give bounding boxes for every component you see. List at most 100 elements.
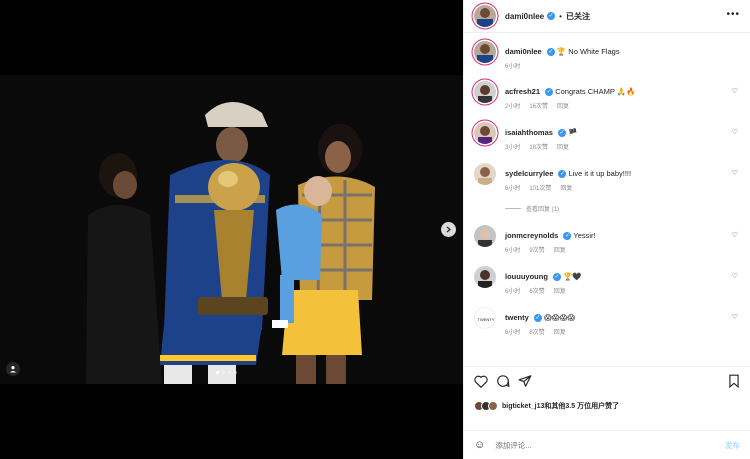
comment-likes[interactable]: 8次赞	[529, 328, 544, 339]
view-replies-button[interactable]: 查看回复 (1)	[505, 204, 740, 213]
reply-button[interactable]: 回复	[554, 287, 566, 298]
tagged-users-button[interactable]	[6, 362, 20, 376]
comment-username[interactable]: isaiahthomas	[505, 128, 553, 137]
avatar[interactable]	[474, 266, 496, 288]
carousel-indicator	[216, 371, 237, 374]
comment-username[interactable]: sydelcurrylee	[505, 169, 553, 178]
twenty-logo-icon: TWENTY	[478, 317, 495, 322]
comment-text: 🏴	[568, 128, 578, 137]
comment-text: Live it it up baby!!!!	[568, 169, 632, 178]
carousel-dot	[234, 371, 237, 374]
avatar[interactable]: TWENTY	[474, 307, 496, 329]
comment-time: 6小时	[505, 186, 521, 192]
avatar[interactable]	[474, 81, 496, 103]
next-photo-button[interactable]	[441, 222, 456, 237]
avatar-image	[478, 167, 492, 185]
avatar[interactable]	[474, 5, 496, 27]
caption-text: 🏆 No White Flags	[556, 47, 620, 56]
verified-icon: ✓	[533, 314, 542, 323]
comments-list[interactable]: dami0nlee ✓ 🏆 No White Flags 6小时 acfresh…	[464, 34, 750, 366]
comment-composer: ☺ 发布	[464, 430, 750, 459]
post-button[interactable]: 发布	[725, 440, 740, 451]
comment-username[interactable]: jonmcreynolds	[505, 231, 558, 240]
comment-time: 6小时	[505, 289, 521, 295]
verified-icon: ✓	[558, 170, 567, 179]
follow-status-button[interactable]: 已关注	[566, 11, 590, 22]
comment-text: Yessir!	[573, 231, 596, 240]
verified-icon: ✓	[547, 12, 556, 20]
comment-time: 6小时	[505, 248, 521, 254]
view-replies-label[interactable]: 查看回复 (1)	[526, 204, 559, 213]
list-item: isaiahthomas ✓ 🏴 3小时 18次赞 回复 ♡	[474, 122, 740, 154]
avatar-image	[478, 270, 492, 288]
caption-time: 6小时	[505, 64, 521, 70]
comment-username[interactable]: twenty	[505, 313, 529, 322]
photo-illustration	[0, 75, 463, 384]
post-header: dami0nlee ✓ • 已关注 •••	[464, 0, 750, 33]
avatar	[488, 401, 498, 411]
carousel-dot	[216, 371, 219, 374]
caption-username[interactable]: dami0nlee	[505, 47, 542, 56]
list-item: sydelcurrylee ✓ Live it it up baby!!!! 6…	[474, 163, 740, 195]
avatar-image	[478, 85, 492, 103]
reply-button[interactable]: 回复	[554, 328, 566, 339]
comment-text: 🏆🖤	[563, 272, 582, 281]
svg-text:TWENTY: TWENTY	[478, 317, 495, 322]
comment-input[interactable]	[495, 440, 725, 450]
avatar[interactable]	[474, 41, 496, 63]
reply-button[interactable]: 回复	[554, 246, 566, 257]
avatar-image	[478, 229, 492, 247]
like-heart-icon[interactable]	[474, 375, 488, 388]
comment-likes[interactable]: 18次赞	[529, 143, 548, 154]
bookmark-icon[interactable]	[728, 374, 740, 388]
chevron-right-icon	[446, 226, 451, 233]
list-item: louuuyoung ✓ 🏆🖤 6小时 6次赞 回复 ♡	[474, 266, 740, 298]
likes-text[interactable]: bigticket_j13和其他3.5 万位用户赞了	[502, 401, 619, 411]
emoji-icon[interactable]: ☺	[474, 439, 485, 451]
avatar[interactable]	[474, 225, 496, 247]
more-options-icon[interactable]: •••	[726, 9, 740, 20]
post-author-name[interactable]: dami0nlee	[505, 12, 544, 21]
comment-time: 3小时	[505, 145, 521, 151]
comment-text: Congrats CHAMP 🙏🔥	[555, 87, 636, 96]
carousel-dot	[228, 371, 231, 374]
heart-icon[interactable]: ♡	[732, 272, 738, 280]
reply-button[interactable]: 回复	[560, 184, 572, 195]
comment-likes[interactable]: 101次赞	[529, 184, 551, 195]
reply-button[interactable]: 回复	[557, 102, 569, 113]
heart-icon[interactable]: ♡	[732, 313, 738, 321]
comment-likes[interactable]: 16次赞	[529, 102, 548, 113]
comment-likes[interactable]: 9次赞	[529, 246, 544, 257]
comment-icon[interactable]	[496, 374, 510, 388]
heart-icon[interactable]: ♡	[732, 169, 738, 177]
post-actions: bigticket_j13和其他3.5 万位用户赞了	[464, 366, 750, 430]
list-item: TWENTY twenty ✓ 😱😱😱😱 6小时 8次赞 回复 ♡	[474, 307, 740, 339]
avatar-image	[477, 44, 493, 63]
comment-time: 6小时	[505, 330, 521, 336]
comment-username[interactable]: acfresh21	[505, 87, 540, 96]
share-icon[interactable]	[518, 374, 532, 388]
avatar[interactable]	[474, 122, 496, 144]
verified-icon: ✓	[563, 232, 572, 241]
heart-icon[interactable]: ♡	[732, 231, 738, 239]
avatar-image	[478, 126, 492, 144]
separator: •	[559, 11, 562, 21]
carousel-dot	[222, 371, 225, 374]
comment-text: 😱😱😱😱	[543, 313, 576, 322]
heart-icon[interactable]: ♡	[732, 87, 738, 95]
avatar-image	[477, 8, 493, 27]
post-photo[interactable]	[0, 75, 463, 384]
verified-icon: ✓	[558, 129, 567, 138]
avatar[interactable]	[474, 163, 496, 185]
list-item: acfresh21 ✓ Congrats CHAMP 🙏🔥 2小时 16次赞 回…	[474, 81, 740, 113]
heart-icon[interactable]: ♡	[732, 128, 738, 136]
likes-summary[interactable]: bigticket_j13和其他3.5 万位用户赞了	[474, 401, 740, 411]
comment-likes[interactable]: 6次赞	[529, 287, 544, 298]
comment-time: 2小时	[505, 104, 521, 110]
verified-icon: ✓	[553, 273, 561, 282]
caption: dami0nlee ✓ 🏆 No White Flags 6小时	[474, 41, 740, 73]
list-item: jonmcreynolds ✓ Yessir! 6小时 9次赞 回复 ♡	[474, 225, 740, 257]
comment-username[interactable]: louuuyoung	[505, 272, 548, 281]
post-sidebar: dami0nlee ✓ • 已关注 ••• dami0nlee ✓ 🏆 No W…	[463, 0, 750, 459]
reply-button[interactable]: 回复	[557, 143, 569, 154]
